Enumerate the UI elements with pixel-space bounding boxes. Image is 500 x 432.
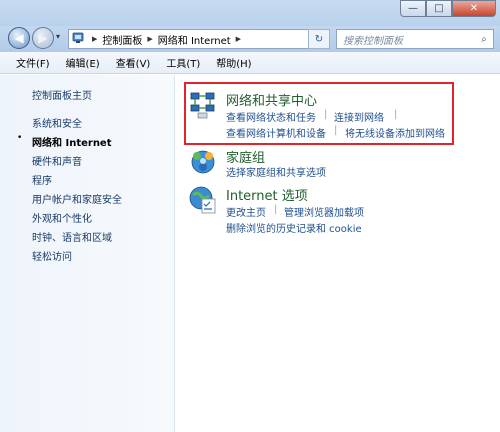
- homegroup-icon[interactable]: [188, 147, 218, 177]
- crumb-separator[interactable]: ▶: [236, 35, 241, 43]
- navigation-bar: ◀ ▶ ▾ ▶ 控制面板 ▶ 网络和 Internet ▶ ▾ ↻ 搜索控制面板…: [0, 26, 500, 52]
- menu-file[interactable]: 文件(F): [8, 55, 58, 70]
- internet-options-icon[interactable]: [188, 185, 218, 215]
- link-separator: |: [274, 204, 278, 215]
- recent-pages-dropdown-icon[interactable]: ▾: [56, 32, 60, 41]
- change-home-page-link[interactable]: 更改主页: [226, 204, 266, 219]
- delete-browsing-history-link[interactable]: 删除浏览的历史记录和 cookie: [226, 220, 362, 235]
- crumb-separator[interactable]: ▶: [92, 35, 97, 43]
- maximize-button[interactable]: □: [426, 0, 452, 17]
- choose-homegroup-options-link[interactable]: 选择家庭组和共享选项: [226, 164, 326, 179]
- window-controls: — □ ✕: [400, 0, 496, 18]
- manage-add-ons-link[interactable]: 管理浏览器加载项: [284, 204, 364, 219]
- sidebar-item-control-panel-home[interactable]: 控制面板主页: [32, 87, 92, 102]
- current-item-bullet: •: [17, 133, 23, 143]
- sidebar-item-hardware-sound[interactable]: 硬件和声音: [32, 153, 82, 168]
- breadcrumb-network-internet[interactable]: 网络和 Internet: [158, 32, 231, 47]
- sidebar-item-clock-language-region[interactable]: 时钟、语言和区域: [32, 229, 112, 244]
- control-panel-icon: [69, 32, 87, 47]
- refresh-button[interactable]: ↻: [308, 29, 330, 49]
- sidebar-item-user-accounts[interactable]: 用户帐户和家庭安全: [32, 191, 122, 206]
- sidebar-item-system-security[interactable]: 系统和安全: [32, 115, 82, 130]
- search-placeholder: 搜索控制面板: [343, 35, 403, 47]
- minimize-button[interactable]: —: [400, 0, 426, 17]
- back-button[interactable]: ◀: [8, 27, 30, 49]
- search-box[interactable]: 搜索控制面板 ⌕: [336, 29, 494, 49]
- left-pane: 控制面板主页 系统和安全 • 网络和 Internet 硬件和声音 程序 用户帐…: [0, 75, 175, 432]
- search-icon[interactable]: ⌕: [475, 34, 493, 45]
- menu-bar: 文件(F) 编辑(E) 查看(V) 工具(T) 帮助(H): [0, 52, 500, 74]
- close-button[interactable]: ✕: [452, 0, 496, 17]
- address-bar[interactable]: ▶ 控制面板 ▶ 网络和 Internet ▶ ▾: [68, 29, 328, 49]
- sidebar-item-ease-of-access[interactable]: 轻松访问: [32, 248, 72, 263]
- forward-button[interactable]: ▶: [32, 27, 54, 49]
- menu-tools[interactable]: 工具(T): [158, 55, 208, 70]
- menu-help[interactable]: 帮助(H): [208, 55, 259, 70]
- highlight-box: [184, 82, 454, 145]
- sidebar-item-network-internet: 网络和 Internet: [32, 138, 112, 149]
- internet-options-title[interactable]: Internet 选项: [226, 185, 308, 204]
- sidebar-item-programs[interactable]: 程序: [32, 172, 52, 187]
- crumb-separator[interactable]: ▶: [147, 35, 152, 43]
- sidebar-item-appearance[interactable]: 外观和个性化: [32, 210, 92, 225]
- menu-edit[interactable]: 编辑(E): [58, 55, 108, 70]
- breadcrumb-control-panel[interactable]: 控制面板: [102, 32, 142, 47]
- menu-view[interactable]: 查看(V): [108, 55, 159, 70]
- title-bar: — □ ✕: [0, 0, 500, 26]
